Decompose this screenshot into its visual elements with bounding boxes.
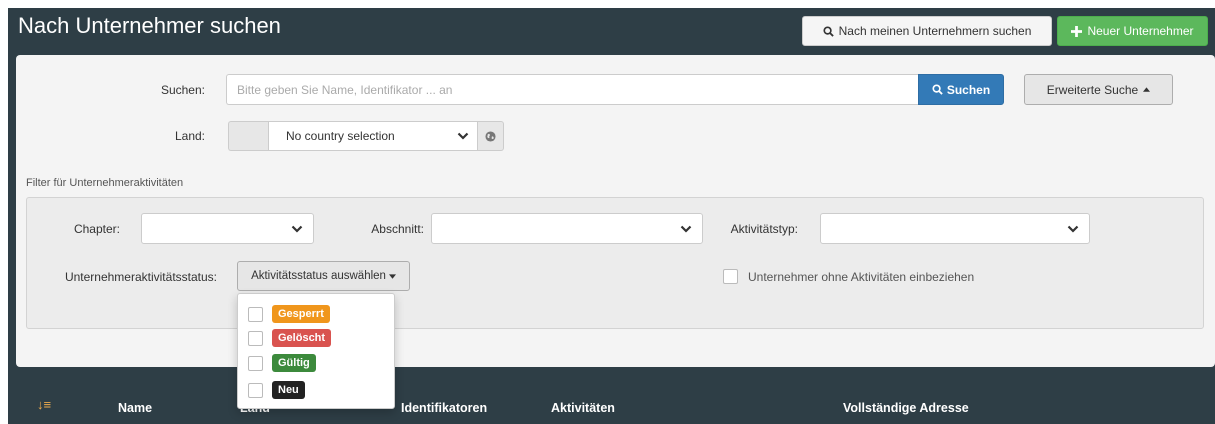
status-checkbox[interactable] — [248, 330, 263, 346]
chapter-label: Chapter: — [73, 222, 120, 236]
search-icon — [932, 84, 943, 95]
status-badge: Neu — [272, 381, 305, 399]
new-entrepreneur-label: Neuer Unternehmer — [1087, 24, 1194, 38]
status-checkbox[interactable] — [248, 306, 263, 322]
filter-section-title: Filter für Unternehmeraktivitäten — [26, 177, 184, 189]
status-select-button[interactable]: Aktivitätsstatus auswählen — [237, 261, 410, 291]
page-title: Nach Unternehmer suchen — [18, 13, 281, 38]
column-header-address[interactable]: Vollständige Adresse — [843, 401, 969, 415]
search-my-entrepreneurs-label: Nach meinen Unternehmern suchen — [838, 24, 1032, 38]
chapter-select[interactable] — [141, 213, 314, 244]
caret-down-icon — [388, 273, 396, 279]
status-checkbox[interactable] — [248, 355, 263, 371]
search-icon — [823, 25, 834, 37]
status-badge: Gültig — [272, 354, 316, 372]
status-dropdown-menu: Gesperrt Gelöscht Gültig Neu — [237, 293, 395, 409]
activity-type-select[interactable] — [820, 213, 1090, 244]
include-without-activities-label: Unternehmer ohne Aktivitäten einbeziehen — [748, 270, 975, 284]
column-header-name[interactable]: Name — [118, 401, 152, 415]
sort-icon[interactable]: ↓≡ — [37, 397, 51, 412]
search-label: Suchen: — [160, 83, 205, 97]
chevron-down-icon — [457, 132, 469, 140]
status-label: Unternehmeraktivitätsstatus: — [64, 270, 217, 284]
status-option-geloescht[interactable]: Gelöscht — [248, 329, 332, 347]
search-button-label: Suchen — [946, 82, 991, 97]
column-header-identifiers[interactable]: Identifikatoren — [401, 401, 487, 415]
status-option-gueltig[interactable]: Gültig — [248, 354, 316, 372]
search-button[interactable]: Suchen — [918, 74, 1004, 105]
section-select[interactable] — [431, 213, 703, 244]
status-option-neu[interactable]: Neu — [248, 381, 305, 399]
section-label: Abschnitt: — [371, 222, 424, 236]
advanced-search-button[interactable]: Erweiterte Suche — [1024, 74, 1173, 105]
search-input[interactable] — [226, 74, 918, 105]
status-badge: Gelöscht — [272, 329, 332, 347]
results-table-header — [16, 379, 1215, 424]
search-my-entrepreneurs-button[interactable]: Nach meinen Unternehmern suchen — [802, 16, 1052, 46]
advanced-search-label: Erweiterte Suche — [1046, 82, 1139, 97]
country-select[interactable]: No country selection — [268, 121, 478, 151]
status-option-gesperrt[interactable]: Gesperrt — [248, 305, 330, 323]
include-without-activities-checkbox[interactable] — [723, 269, 738, 284]
status-select-label: Aktivitätsstatus auswählen — [251, 270, 386, 282]
country-flag-addon — [228, 121, 268, 151]
activity-type-label: Aktivitätstyp: — [730, 222, 798, 236]
country-label: Land: — [174, 129, 205, 143]
chevron-down-icon — [680, 225, 692, 233]
new-entrepreneur-button[interactable]: Neuer Unternehmer — [1057, 16, 1208, 46]
caret-up-icon — [1143, 87, 1151, 92]
plus-icon — [1071, 25, 1083, 37]
chevron-down-icon — [291, 225, 303, 233]
column-header-activities[interactable]: Aktivitäten — [551, 401, 615, 415]
status-badge: Gesperrt — [272, 305, 330, 323]
globe-icon — [485, 130, 496, 142]
globe-addon[interactable] — [478, 121, 504, 151]
country-select-value: No country selection — [286, 129, 395, 143]
status-checkbox[interactable] — [248, 382, 263, 398]
chevron-down-icon — [1067, 225, 1079, 233]
